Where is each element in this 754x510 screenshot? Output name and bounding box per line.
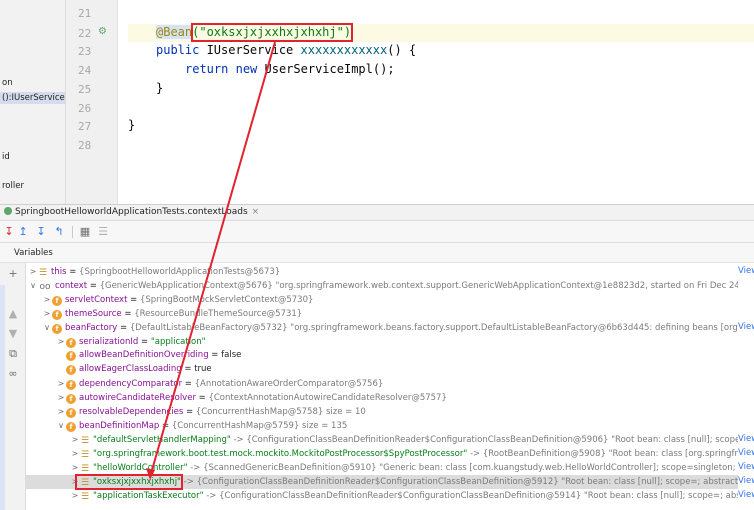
- project-tree: on ():IUserService id roller: [0, 0, 66, 204]
- bean-key-highlight-box: [75, 474, 183, 490]
- keyword-return: return: [185, 62, 229, 76]
- debug-toolbar: ↧ ↥ ↧ ↰ ▦ ☰: [0, 221, 754, 243]
- line-number: 27: [78, 120, 92, 133]
- keyword-new: new: [235, 62, 258, 76]
- line-number: 23: [78, 45, 92, 58]
- toolbar-separator: [72, 226, 73, 238]
- code-line-23[interactable]: public IUserService xxxxxxxxxxxx() {: [156, 42, 416, 59]
- tree-row-allow-overriding[interactable]: f allowBeanDefinitionOverriding = false: [26, 349, 754, 363]
- line-number: 21: [78, 7, 92, 20]
- variables-tree[interactable]: > ☰ this = {SpringbootHelloworldApplicatio…: [26, 263, 754, 510]
- force-step-into-icon[interactable]: ↧: [34, 225, 48, 239]
- project-item[interactable]: on: [0, 77, 13, 89]
- line-number: 24: [78, 64, 92, 77]
- debug-session-tab[interactable]: SpringbootHelloworldApplicationTests.con…: [4, 207, 259, 217]
- tree-row-resolvable-dependencies[interactable]: > f resolvableDependencies = {ConcurrentHa…: [26, 405, 754, 419]
- view-link[interactable]: View: [738, 447, 754, 461]
- tree-row-bean-factory[interactable]: ∨ f beanFactory = {DefaultListableBeanFact…: [26, 321, 754, 335]
- view-link[interactable]: View: [738, 265, 754, 279]
- bean-annotation: @Bean: [156, 25, 193, 39]
- tree-row-context[interactable]: ∨ oo context = {GenericWebApplicationConte…: [26, 279, 754, 293]
- view-links-column: View View View View View View View: [738, 263, 754, 510]
- tree-row-servlet-context[interactable]: > f servletContext = {SpringBootMockServle…: [26, 293, 754, 307]
- tree-row-this[interactable]: > ☰ this = {SpringbootHelloworldApplicatio…: [26, 265, 754, 279]
- step-over-icon[interactable]: ↧: [2, 225, 16, 239]
- view-link[interactable]: View: [738, 433, 754, 447]
- view-link[interactable]: View: [738, 321, 754, 335]
- method-name: xxxxxxxxxxxx: [300, 43, 388, 57]
- project-item-selected[interactable]: ():IUserService: [0, 92, 65, 104]
- debug-tab-bar: SpringbootHelloworldApplicationTests.con…: [0, 204, 754, 221]
- tree-row-map-entry[interactable]: > ☰ "helloWorldController" -> {ScannedGene…: [26, 461, 754, 475]
- line-number: 26: [78, 102, 92, 115]
- code-line-27[interactable]: }: [128, 117, 135, 134]
- variables-title: Variables: [14, 248, 53, 258]
- tree-row-dependency-comparator[interactable]: > f dependencyComparator = {AnnotationAwar…: [26, 377, 754, 391]
- evaluate-icon[interactable]: ▦: [78, 225, 92, 239]
- tree-row-serialization-id[interactable]: > f serializationId = "application": [26, 335, 754, 349]
- tree-row-map-entry[interactable]: > ☰ "defaultServletHandlerMapping" -> {Con…: [26, 433, 754, 447]
- bean-name-highlight-box: [191, 23, 353, 42]
- close-icon[interactable]: ×: [252, 207, 260, 217]
- left-edge-tool-strip: [0, 285, 5, 510]
- view-link[interactable]: View: [738, 461, 754, 475]
- tree-row-map-entry[interactable]: > ☰ "applicationTaskExecutor" -> {Configur…: [26, 489, 754, 503]
- tree-row-allow-eager[interactable]: f allowEagerClassLoading = true: [26, 363, 754, 377]
- view-link[interactable]: View: [738, 489, 754, 503]
- line-number: 25: [78, 83, 92, 96]
- project-item[interactable]: roller: [0, 180, 24, 192]
- code-line-24[interactable]: return new UserServiceImpl();: [185, 61, 395, 78]
- tree-row-autowire-resolver[interactable]: > f autowireCandidateResolver = {ContextAn…: [26, 391, 754, 405]
- method-tail: () {: [387, 43, 417, 57]
- line-number: 28: [78, 139, 92, 152]
- editor-gutter: 21 22 ⚙ 23 24 25 26 27 28: [66, 0, 118, 204]
- debug-run-icon: [4, 207, 12, 215]
- step-into-icon[interactable]: ↥: [16, 225, 30, 239]
- keyword-public: public: [156, 43, 200, 57]
- tree-row-bean-definition-map[interactable]: ∨ f beanDefinitionMap = {ConcurrentHashMap…: [26, 419, 754, 433]
- debug-tab-label: SpringbootHelloworldApplicationTests.con…: [15, 207, 248, 217]
- move-up-icon[interactable]: ▲: [6, 307, 20, 321]
- variables-header: Variables: [0, 243, 754, 263]
- tree-row-theme-source[interactable]: > f themeSource = {ResourceBundleThemeSour…: [26, 307, 754, 321]
- step-out-icon[interactable]: ↰: [52, 225, 66, 239]
- add-watch-icon[interactable]: +: [6, 267, 20, 281]
- view-link[interactable]: View: [738, 475, 754, 489]
- code-editor[interactable]: @Bean("oxksxjxjxxhxjxhxhj") public IUser…: [128, 0, 754, 204]
- move-down-icon[interactable]: ▼: [6, 327, 20, 341]
- bean-gutter-icon[interactable]: ⚙: [98, 26, 110, 38]
- copy-icon[interactable]: ⧉: [6, 347, 20, 361]
- project-item[interactable]: id: [0, 151, 10, 163]
- trace-icon[interactable]: ☰: [96, 225, 110, 239]
- return-type: IUserService: [199, 43, 301, 57]
- fold-column: [118, 0, 128, 204]
- glasses-icon[interactable]: ∞: [6, 367, 20, 381]
- code-line-25[interactable]: }: [156, 80, 163, 97]
- tree-row-map-entry[interactable]: > ☰ "org.springframework.boot.test.mock.mo…: [26, 447, 754, 461]
- constructor-call: UserServiceImpl();: [257, 62, 395, 76]
